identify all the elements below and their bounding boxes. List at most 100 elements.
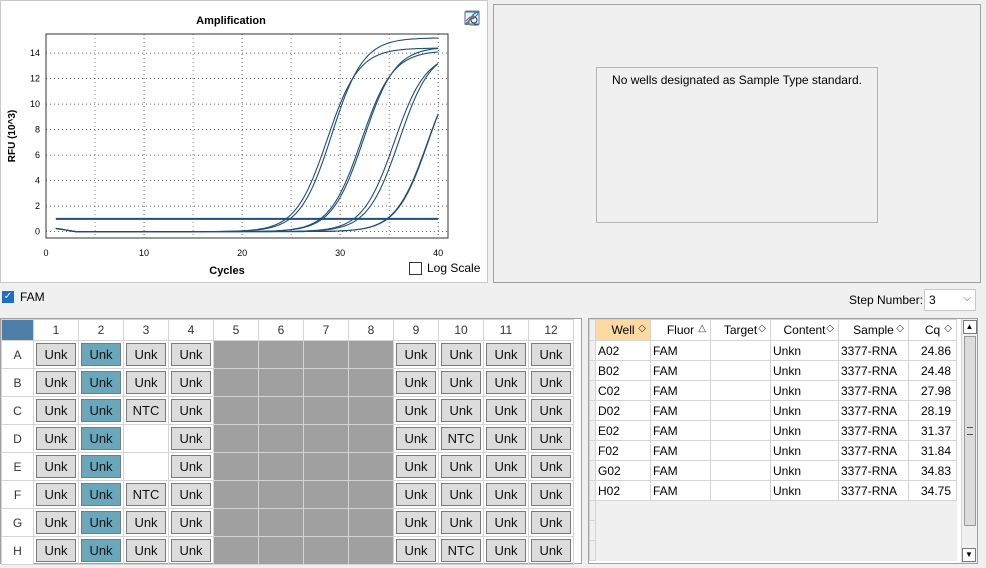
plate-well-empty[interactable]	[303, 396, 349, 425]
step-number-select[interactable]: 3 ⌵	[924, 289, 976, 311]
plate-well-empty[interactable]	[348, 424, 394, 453]
plate-well[interactable]: Unk	[78, 368, 124, 397]
plate-well[interactable]: Unk	[33, 536, 79, 565]
log-scale-checkbox[interactable]	[409, 261, 422, 275]
plate-well[interactable]: NTC	[438, 424, 484, 453]
plate-well[interactable]: Unk	[483, 536, 529, 565]
plate-well[interactable]: Unk	[528, 424, 574, 453]
plate-well[interactable]: Unk	[393, 508, 439, 537]
plate-well[interactable]: Unk	[483, 508, 529, 537]
plate-well-empty[interactable]	[348, 480, 394, 509]
plate-column-header[interactable]: 2	[78, 319, 124, 341]
plate-well-empty[interactable]	[348, 396, 394, 425]
plate-well-empty[interactable]	[123, 424, 169, 453]
plate-well[interactable]: Unk	[483, 452, 529, 481]
plate-column-header[interactable]: 11	[483, 319, 529, 341]
column-header-well[interactable]: Well ◇	[595, 319, 651, 341]
table-row[interactable]: B02 FAM Unkn 3377-RNA 24.48	[589, 360, 957, 381]
plate-well[interactable]: Unk	[33, 452, 79, 481]
column-header-sample[interactable]: Sample ◇	[838, 319, 909, 341]
plate-row-header[interactable]: C	[1, 396, 34, 425]
sort-icon[interactable]: ◇	[826, 323, 834, 334]
plate-column-header[interactable]: 10	[438, 319, 484, 341]
plate-well[interactable]: Unk	[483, 340, 529, 369]
scroll-down-icon[interactable]: ▼	[962, 548, 976, 562]
plate-well[interactable]: Unk	[78, 340, 124, 369]
plate-well-empty[interactable]	[348, 536, 394, 565]
plate-well[interactable]: Unk	[483, 396, 529, 425]
plate-well[interactable]: Unk	[393, 480, 439, 509]
plate-well[interactable]: Unk	[168, 452, 214, 481]
plate-well-empty[interactable]	[303, 424, 349, 453]
vertical-scrollbar[interactable]: ▲ ▼	[961, 319, 977, 563]
plate-well[interactable]: Unk	[78, 452, 124, 481]
plate-row-header[interactable]: D	[1, 424, 34, 453]
plate-well[interactable]: NTC	[438, 536, 484, 565]
plate-well[interactable]: NTC	[123, 396, 169, 425]
plate-well[interactable]: Unk	[438, 368, 484, 397]
plate-well[interactable]: Unk	[168, 508, 214, 537]
plate-row-header[interactable]: E	[1, 452, 34, 481]
sort-icon[interactable]: △	[698, 323, 706, 334]
plate-well-empty[interactable]	[213, 424, 259, 453]
plate-well[interactable]: Unk	[528, 508, 574, 537]
plate-well[interactable]: Unk	[393, 424, 439, 453]
plate-well-empty[interactable]	[258, 424, 304, 453]
plate-well[interactable]: Unk	[168, 368, 214, 397]
table-row[interactable]: H02 FAM Unkn 3377-RNA 34.75	[589, 480, 957, 501]
plate-well[interactable]: Unk	[528, 452, 574, 481]
plate-well[interactable]: Unk	[123, 340, 169, 369]
plate-column-header[interactable]: 8	[348, 319, 394, 341]
table-row[interactable]: A02 FAM Unkn 3377-RNA 24.86	[589, 340, 957, 361]
plate-well[interactable]: Unk	[438, 396, 484, 425]
plate-well-empty[interactable]	[303, 452, 349, 481]
plate-well[interactable]: Unk	[438, 340, 484, 369]
sort-icon[interactable]: ◇	[896, 323, 904, 334]
plate-well[interactable]: Unk	[483, 424, 529, 453]
plate-well-empty[interactable]	[348, 508, 394, 537]
plate-well[interactable]: Unk	[33, 396, 79, 425]
chevron-down-icon[interactable]: ⌵	[963, 293, 971, 304]
plate-well[interactable]: Unk	[438, 508, 484, 537]
plate-well-empty[interactable]	[213, 368, 259, 397]
plate-well-empty[interactable]	[258, 508, 304, 537]
plate-well[interactable]: Unk	[78, 424, 124, 453]
table-row[interactable]: G02 FAM Unkn 3377-RNA 34.83	[589, 460, 957, 481]
plate-well-empty[interactable]	[348, 340, 394, 369]
plate-well-empty[interactable]	[213, 480, 259, 509]
plate-column-header[interactable]: 5	[213, 319, 259, 341]
plate-well[interactable]: Unk	[528, 368, 574, 397]
plate-row-header[interactable]: G	[1, 508, 34, 537]
plate-well[interactable]: Unk	[123, 368, 169, 397]
table-row[interactable]: E02 FAM Unkn 3377-RNA 31.37	[589, 420, 957, 441]
plate-well-empty[interactable]	[303, 508, 349, 537]
plate-row-header[interactable]: H	[1, 536, 34, 565]
plate-well-empty[interactable]	[213, 396, 259, 425]
plate-column-header[interactable]: 3	[123, 319, 169, 341]
plate-well[interactable]: Unk	[78, 536, 124, 565]
plate-well[interactable]: Unk	[483, 480, 529, 509]
plate-well[interactable]: Unk	[438, 452, 484, 481]
plate-well[interactable]: Unk	[78, 480, 124, 509]
plate-row-header[interactable]: F	[1, 480, 34, 509]
plate-well[interactable]: Unk	[393, 536, 439, 565]
plate-well-empty[interactable]	[348, 368, 394, 397]
plate-well[interactable]: Unk	[33, 424, 79, 453]
table-row[interactable]: D02 FAM Unkn 3377-RNA 28.19	[589, 400, 957, 421]
plate-well[interactable]: Unk	[78, 396, 124, 425]
fam-checkbox[interactable]: ✓	[2, 291, 14, 303]
plate-corner[interactable]	[1, 319, 34, 341]
plate-well-empty[interactable]	[213, 340, 259, 369]
plate-well[interactable]: Unk	[438, 480, 484, 509]
plate-well-empty[interactable]	[258, 480, 304, 509]
fam-filter[interactable]: ✓ FAM	[2, 290, 45, 304]
plate-well[interactable]: Unk	[168, 340, 214, 369]
plate-column-header[interactable]: 7	[303, 319, 349, 341]
plate-column-header[interactable]: 9	[393, 319, 439, 341]
plate-well-empty[interactable]	[123, 452, 169, 481]
plate-well[interactable]: Unk	[168, 396, 214, 425]
column-header-target[interactable]: Target ◇	[710, 319, 771, 341]
scroll-up-icon[interactable]: ▲	[962, 320, 977, 334]
plate-column-header[interactable]: 4	[168, 319, 214, 341]
sort-icon[interactable]: ◇	[944, 323, 952, 334]
